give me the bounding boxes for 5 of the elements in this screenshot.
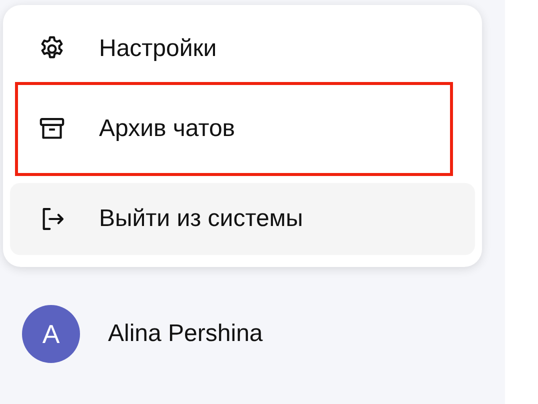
menu-item[interactable]: Выйти из системы (10, 183, 475, 255)
user-avatar[interactable]: A (22, 305, 80, 363)
menu-item[interactable]: Настройки (10, 23, 475, 75)
user-name: Alina Pershina (108, 320, 263, 348)
menu-item[interactable]: Архив чатов (18, 85, 450, 173)
